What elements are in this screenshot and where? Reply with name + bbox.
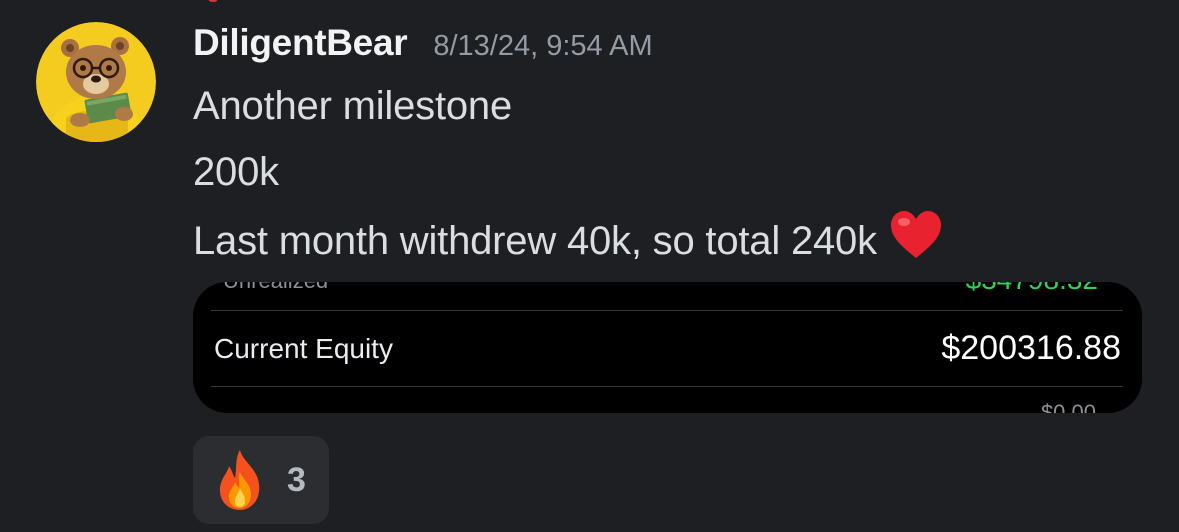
image-attachment[interactable]: Unrealized $34798.32 Current Equity $200… (193, 282, 1142, 413)
username[interactable]: DiligentBear (193, 22, 408, 64)
reaction-count: 3 (287, 460, 306, 499)
message-line: 200k (193, 150, 279, 194)
previous-message-sliver (208, 0, 218, 2)
cutoff-value-top: $34798.32 (966, 282, 1098, 296)
divider (211, 310, 1123, 311)
message-header: DiligentBear 8/13/24, 9:54 AM (193, 22, 653, 68)
fire-icon (219, 450, 260, 510)
reaction-fire[interactable]: 3 (193, 436, 329, 524)
equity-value: $200316.88 (941, 329, 1121, 367)
message-line-text: Last month withdrew 40k, so total 240k (193, 219, 877, 263)
cutoff-label-top: Unrealized (223, 282, 328, 294)
red-heart-icon (889, 210, 943, 270)
avatar[interactable] (36, 22, 156, 142)
divider (211, 386, 1123, 387)
message-line-with-emoji: Last month withdrew 40k, so total 240k (193, 210, 943, 270)
bear-avatar-icon (36, 22, 156, 142)
cutoff-value-bottom: $0.00 (1040, 400, 1096, 413)
timestamp: 8/13/24, 9:54 AM (433, 30, 653, 62)
equity-label: Current Equity (214, 333, 393, 364)
message-line: Another milestone (193, 84, 513, 128)
